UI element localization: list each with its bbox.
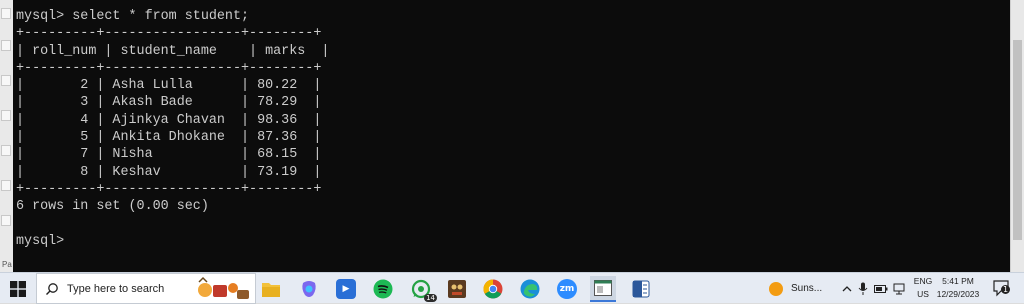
weather-text: Suns... — [791, 283, 823, 294]
mysql-console[interactable]: mysql> select * from student; +---------+… — [13, 0, 1010, 272]
start-button[interactable] — [0, 273, 36, 304]
window-app-icon — [594, 280, 612, 296]
chrome-logo-icon — [483, 279, 503, 299]
notification-center-button[interactable]: 1 — [992, 279, 1011, 297]
game-icon[interactable] — [444, 276, 470, 302]
search-placeholder: Type here to search — [67, 282, 165, 295]
keyboard-region: US — [917, 289, 929, 299]
word-logo-icon — [632, 280, 650, 298]
zoom-logo-icon: zm — [557, 279, 577, 299]
console-line: | roll_num | student_name | marks | — [16, 43, 330, 59]
clock-time: 5:41 PM — [942, 276, 974, 286]
console-line: 6 rows in set (0.00 sec) — [16, 199, 209, 215]
word-icon[interactable] — [628, 276, 654, 302]
edge-label: Pa — [2, 260, 12, 269]
clock[interactable]: 5:41 PM 12/29/2023 — [935, 275, 981, 301]
microphone-button[interactable] — [858, 273, 868, 304]
chevron-up-icon — [842, 285, 852, 291]
console-line: | 5 | Ankita Dhokane | 87.36 | — [16, 130, 322, 146]
edge-tab[interactable] — [1, 215, 11, 226]
windows-logo-icon — [10, 280, 26, 297]
console-line: | 7 | Nisha | 68.15 | — [16, 147, 322, 163]
copilot-logo-icon — [302, 281, 316, 297]
search-highlight-icon — [198, 276, 249, 299]
file-explorer-icon[interactable] — [258, 276, 284, 302]
console-line: +---------+-----------------+--------+ — [16, 60, 322, 76]
language-code: ENG — [913, 276, 933, 286]
edge-tab[interactable] — [1, 75, 11, 86]
scrollbar-thumb[interactable] — [1013, 40, 1022, 240]
search-input[interactable]: Type here to search — [36, 273, 256, 304]
whatsapp-badge: 14 — [424, 294, 437, 302]
teams-logo-icon: ▶ — [336, 279, 356, 299]
microphone-icon — [858, 282, 868, 295]
clock-date: 12/29/2023 — [936, 289, 980, 299]
console-line: | 8 | Keshav | 73.19 | — [16, 164, 322, 180]
edge-tab[interactable] — [1, 145, 11, 156]
search-icon — [46, 282, 58, 295]
edge-logo-icon — [520, 279, 540, 299]
whatsapp-icon[interactable]: 14 — [408, 276, 437, 302]
battery-button[interactable] — [874, 273, 888, 304]
spotify-icon[interactable] — [370, 276, 396, 302]
folder-icon — [262, 283, 280, 297]
copilot-icon[interactable] — [296, 276, 322, 302]
console-line: | 4 | Ajinkya Chavan | 98.36 | — [16, 112, 322, 128]
edge-icon[interactable] — [517, 276, 543, 302]
battery-icon — [874, 284, 888, 293]
console-line: | 3 | Akash Bade | 78.29 | — [16, 95, 322, 111]
taskbar: Type here to search ▶ 14 zm Suns... ENG … — [0, 272, 1024, 304]
chrome-icon[interactable] — [480, 276, 506, 302]
edge-tab[interactable] — [1, 180, 11, 191]
console-line: +---------+-----------------+--------+ — [16, 26, 322, 42]
weather-widget[interactable]: Suns... — [767, 273, 822, 304]
console-output: mysql> select * from student; +---------+… — [16, 8, 329, 250]
left-window-edge: Pa — [0, 0, 14, 272]
teams-icon[interactable]: ▶ — [333, 276, 359, 302]
console-line: | 2 | Asha Lulla | 80.22 | — [16, 78, 322, 94]
notification-count: 1 — [1001, 285, 1011, 294]
active-window-button[interactable] — [590, 276, 616, 302]
edge-tab[interactable] — [1, 40, 11, 51]
console-scrollbar[interactable] — [1010, 0, 1024, 272]
game-logo-icon — [448, 280, 466, 298]
network-button[interactable] — [893, 273, 905, 304]
language-indicator[interactable]: ENG US — [912, 275, 934, 301]
console-line: +---------+-----------------+--------+ — [16, 181, 322, 197]
spotify-logo-icon — [373, 279, 393, 299]
edge-tab[interactable] — [1, 110, 11, 121]
zoom-icon[interactable]: zm — [554, 276, 580, 302]
console-line: mysql> select * from student; — [16, 9, 250, 24]
show-hidden-icons-button[interactable] — [842, 273, 852, 304]
network-icon — [893, 283, 905, 294]
console-line: mysql> — [16, 233, 65, 249]
sun-icon — [769, 281, 783, 296]
edge-tab[interactable] — [1, 8, 11, 19]
